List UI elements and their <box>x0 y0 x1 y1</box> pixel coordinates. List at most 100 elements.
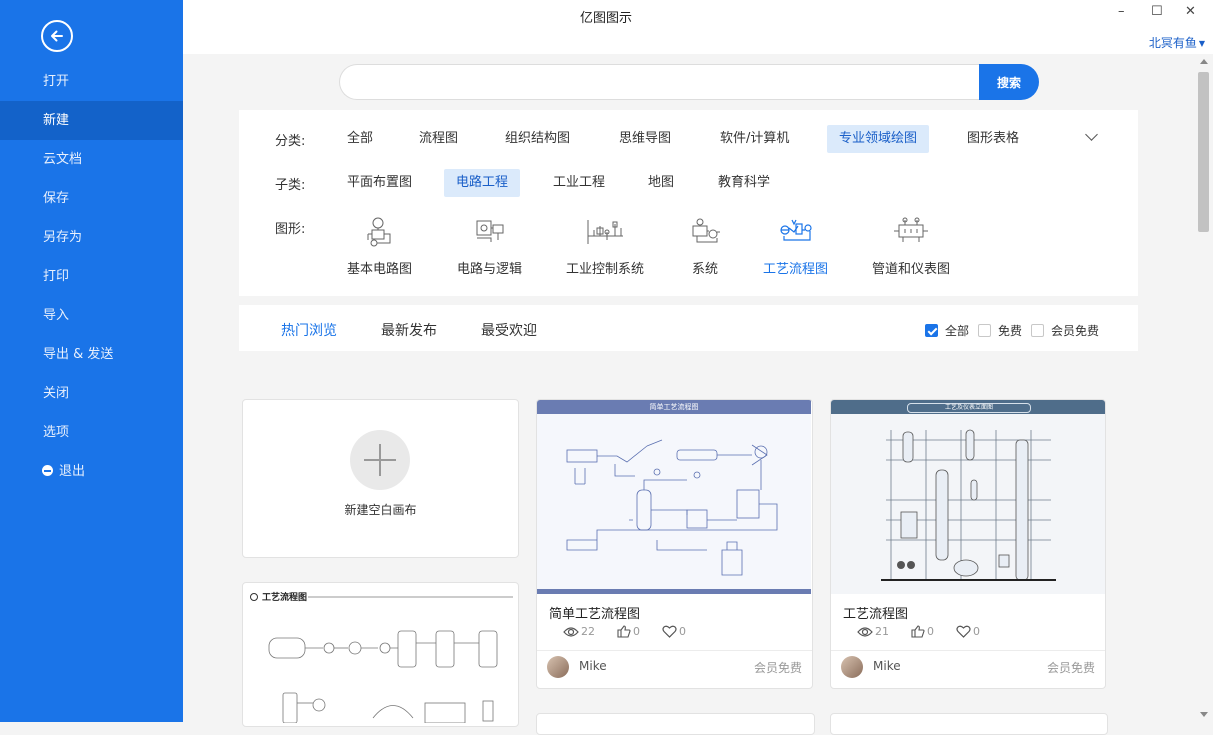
price-tag: 会员免费 <box>753 661 802 675</box>
card-divider <box>831 650 1105 651</box>
thumbnail-footer <box>537 589 811 594</box>
new-canvas-label: 新建空白画布 <box>344 503 417 517</box>
new-blank-canvas-card[interactable]: 新建空白画布 <box>242 399 519 558</box>
template-card[interactable]: 简单工艺流程图 简单工艺流程图 22 0 0 Mike 会员免费 <box>536 399 813 689</box>
checkbox-icon <box>978 324 991 337</box>
sidebar-item-label: 退出 <box>59 464 86 479</box>
process-flow-icon <box>779 219 812 241</box>
template-card-partial[interactable] <box>830 713 1108 735</box>
shape-circuit-logic[interactable]: 电路与逻辑 <box>457 216 522 277</box>
sidebar-item-options[interactable]: 选项 <box>0 413 183 452</box>
template-thumbnail: 简单工艺流程图 <box>537 400 811 594</box>
shape-label-text: 工业控制系统 <box>566 262 645 277</box>
price-tag: 会员免费 <box>1046 661 1095 675</box>
likes-count: 0 <box>633 625 640 638</box>
category-professional[interactable]: 专业领域绘图 <box>827 125 930 153</box>
scroll-down-icon[interactable] <box>1200 712 1208 717</box>
checkbox-label: 免费 <box>998 324 1023 338</box>
filter-free-checkbox[interactable]: 免费 <box>978 322 1022 339</box>
sort-tabs-panel: 热门浏览 最新发布 最受欢迎 全部 免费 会员免费 <box>239 305 1138 351</box>
template-card-partial[interactable] <box>536 713 815 735</box>
favorites-stat[interactable]: 0 <box>662 625 686 638</box>
thumbs-up-icon <box>911 625 925 638</box>
pipe-instrument-icon <box>894 217 928 242</box>
search-input[interactable] <box>339 64 979 100</box>
close-button[interactable]: ✕ <box>1185 4 1196 19</box>
sidebar-item-import[interactable]: 导入 <box>0 296 183 335</box>
caret-down-icon: ▼ <box>1198 39 1205 48</box>
sidebar-item-exit[interactable]: 退出 <box>0 452 183 491</box>
views-count: 21 <box>875 625 889 638</box>
sidebar-item-save-as[interactable]: 另存为 <box>0 218 183 257</box>
sidebar-item-export-send[interactable]: 导出 & 发送 <box>0 335 183 374</box>
favorites-count: 0 <box>679 625 686 638</box>
shape-industrial-control[interactable]: 工业控制系统 <box>566 216 644 277</box>
author-name: Mike <box>873 659 901 673</box>
circuit-logic-icon <box>476 220 503 242</box>
sidebar-menu: 打开 新建 云文档 保存 另存为 打印 导入 导出 & 发送 关闭 选项 退出 <box>0 62 183 491</box>
subclass-floor-plan[interactable]: 平面布置图 <box>335 169 424 197</box>
user-menu[interactable]: 北冥有鱼 ▼ <box>1149 34 1205 51</box>
sidebar-item-cloud-docs[interactable]: 云文档 <box>0 140 183 179</box>
avatar <box>841 656 863 678</box>
industrial-control-icon <box>587 220 623 244</box>
thumbs-up-icon <box>617 625 631 638</box>
tab-popular[interactable]: 最受欢迎 <box>481 320 537 340</box>
sidebar-item-print[interactable]: 打印 <box>0 257 183 296</box>
shape-process-flow[interactable]: 工艺流程图 <box>763 216 828 277</box>
template-thumbnail: 工艺及仪表立面图 <box>831 400 1105 594</box>
checkbox-icon <box>1031 324 1044 337</box>
category-org-chart[interactable]: 组织结构图 <box>493 125 582 153</box>
author-name: Mike <box>579 659 607 673</box>
subclass-circuit[interactable]: 电路工程 <box>444 169 521 197</box>
likes-stat[interactable]: 0 <box>617 625 640 638</box>
avatar <box>547 656 569 678</box>
category-software[interactable]: 软件/计算机 <box>708 125 801 153</box>
shape-basic-circuit[interactable]: 基本电路图 <box>347 216 412 277</box>
favorites-stat[interactable]: 0 <box>956 625 980 638</box>
likes-stat[interactable]: 0 <box>911 625 934 638</box>
subclass-education[interactable]: 教育科学 <box>706 169 782 197</box>
shape-pid[interactable]: 管道和仪表图 <box>872 216 950 277</box>
tab-hot[interactable]: 热门浏览 <box>281 320 337 340</box>
minus-circle-icon <box>42 465 53 476</box>
likes-count: 0 <box>927 625 934 638</box>
sidebar-item-open[interactable]: 打开 <box>0 62 183 101</box>
sidebar-item-new[interactable]: 新建 <box>0 101 183 140</box>
subclass-map[interactable]: 地图 <box>636 169 686 197</box>
category-graphic-table[interactable]: 图形表格 <box>955 125 1031 153</box>
checkbox-checked-icon <box>925 324 938 337</box>
template-stats: 22 0 0 <box>563 625 708 638</box>
template-card[interactable]: 工艺流程图 <box>242 582 519 727</box>
back-button[interactable] <box>41 20 73 52</box>
template-title: 简单工艺流程图 <box>549 607 641 622</box>
shape-label-text: 电路与逻辑 <box>457 262 523 277</box>
eye-icon <box>563 626 579 637</box>
shape-system[interactable]: 系统 <box>689 216 721 277</box>
shape-label-text: 系统 <box>691 262 718 277</box>
category-label: 分类: <box>275 134 306 149</box>
scroll-up-icon[interactable] <box>1200 59 1208 64</box>
category-all[interactable]: 全部 <box>335 125 385 153</box>
subclass-industrial[interactable]: 工业工程 <box>541 169 617 197</box>
eye-icon <box>857 626 873 637</box>
filter-panel: 分类: 全部 流程图 组织结构图 思维导图 软件/计算机 专业领域绘图 图形表格… <box>239 110 1138 296</box>
category-flowchart[interactable]: 流程图 <box>407 125 470 153</box>
plus-icon <box>350 430 410 490</box>
user-name: 北冥有鱼 <box>1148 36 1197 50</box>
vertical-scrollbar[interactable] <box>1196 54 1211 722</box>
search-button[interactable]: 搜索 <box>979 64 1039 100</box>
sidebar-item-close[interactable]: 关闭 <box>0 374 183 413</box>
maximize-button[interactable]: ☐ <box>1151 4 1163 19</box>
minimize-button[interactable]: – <box>1118 4 1125 19</box>
template-card[interactable]: 工艺及仪表立面图 工艺流程图 21 0 0 Mike 会员免费 <box>830 399 1106 689</box>
subclass-label: 子类: <box>275 178 306 193</box>
filter-all-checkbox[interactable]: 全部 <box>925 322 969 339</box>
chevron-down-icon[interactable] <box>1085 128 1098 141</box>
category-mind-map[interactable]: 思维导图 <box>607 125 683 153</box>
filter-member-free-checkbox[interactable]: 会员免费 <box>1031 322 1099 339</box>
sidebar-item-save[interactable]: 保存 <box>0 179 183 218</box>
tab-latest[interactable]: 最新发布 <box>381 320 437 340</box>
scroll-thumb[interactable] <box>1198 72 1209 232</box>
checkbox-label: 全部 <box>945 324 970 338</box>
